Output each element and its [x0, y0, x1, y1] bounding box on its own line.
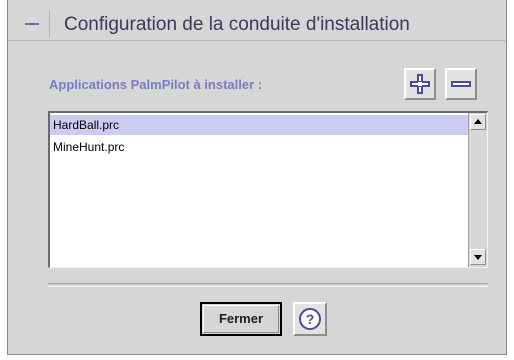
- applications-list[interactable]: HardBall.prc MineHunt.prc: [48, 111, 488, 268]
- window-menu-icon: [25, 23, 39, 25]
- close-button-label: Fermer: [203, 305, 279, 333]
- title-bar: Configuration de la conduite d'installat…: [8, 6, 506, 41]
- add-application-button[interactable]: [404, 68, 436, 100]
- help-icon: ?: [299, 308, 321, 330]
- remove-application-button[interactable]: [445, 68, 477, 100]
- window-title: Configuration de la conduite d'installat…: [64, 14, 410, 35]
- scroll-down-button[interactable]: [470, 249, 486, 265]
- list-scrollbar[interactable]: [468, 113, 487, 267]
- window-menu-button[interactable]: [18, 11, 50, 37]
- help-button[interactable]: ?: [293, 302, 327, 336]
- list-item-minehunt[interactable]: MineHunt.prc: [50, 137, 468, 157]
- applications-list-items: HardBall.prc MineHunt.prc: [50, 113, 468, 267]
- arrow-up-icon: [474, 119, 482, 124]
- close-button[interactable]: Fermer: [200, 302, 282, 336]
- arrow-down-icon: [474, 255, 482, 260]
- separator: [48, 283, 488, 287]
- list-item-hardball[interactable]: HardBall.prc: [50, 115, 468, 135]
- scroll-up-button[interactable]: [470, 114, 486, 130]
- install-config-dialog: Configuration de la conduite d'installat…: [7, 0, 507, 355]
- applications-label: Applications PalmPilot à installer :: [49, 77, 263, 92]
